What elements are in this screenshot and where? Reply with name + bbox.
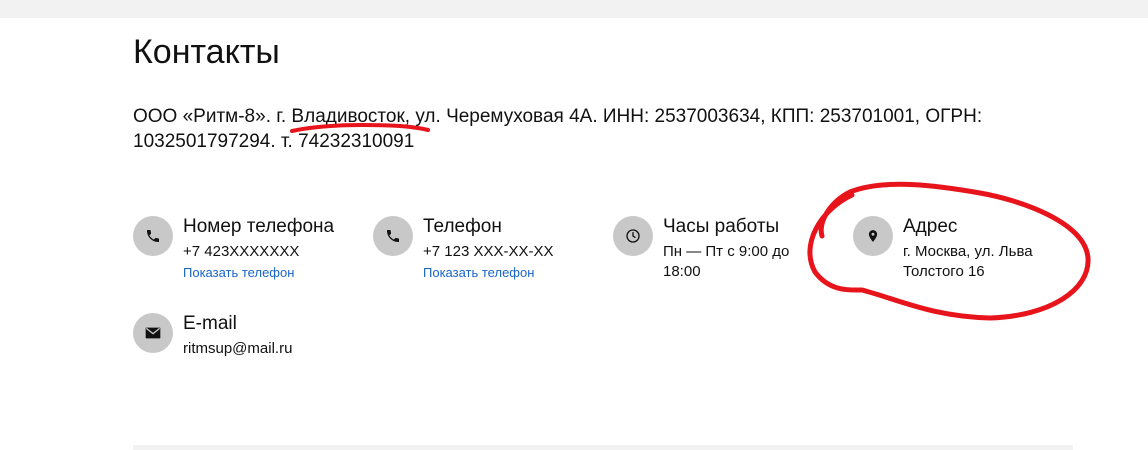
company-info: ООО «Ритм-8». г. Владивосток, ул. Черему…	[133, 104, 1093, 154]
contact-email: E-mail ritmsup@mail.ru	[133, 313, 363, 373]
contact-title: Адрес	[903, 216, 958, 237]
contact-title: Телефон	[423, 216, 502, 237]
contact-value: г. Москва, ул. Льва Толстого 16	[903, 243, 1033, 280]
contact-value: +7 123 XXX-XX-XX	[423, 243, 554, 260]
envelope-icon	[133, 313, 173, 353]
contact-hours: Часы работы Пн — Пт с 9:00 до 18:00	[613, 216, 813, 286]
contact-email-body: E-mail ritmsup@mail.ru	[183, 313, 292, 359]
contact-title: E-mail	[183, 313, 237, 334]
show-phone-link[interactable]: Показать телефон	[183, 264, 334, 282]
location-pin-icon	[853, 216, 893, 256]
contact-hours-body: Часы работы Пн — Пт с 9:00 до 18:00	[663, 216, 808, 282]
contact-address: Адрес г. Москва, ул. Льва Толстого 16	[853, 216, 1063, 286]
company-city: г. Владивосток	[276, 106, 405, 127]
contact-phone-number-body: Номер телефона +7 423XXXXXXX Показать те…	[183, 216, 334, 282]
contact-phone: Телефон +7 123 XXX-XX-XX Показать телефо…	[373, 216, 603, 286]
contact-phone-body: Телефон +7 123 XXX-XX-XX Показать телефо…	[423, 216, 554, 282]
company-prefix: ООО «Ритм-8».	[133, 106, 277, 127]
clock-icon	[613, 216, 653, 256]
email-value[interactable]: ritmsup@mail.ru	[183, 339, 292, 359]
contact-address-body: Адрес г. Москва, ул. Льва Толстого 16	[903, 216, 1053, 282]
contact-phone-number: Номер телефона +7 423XXXXXXX Показать те…	[133, 216, 363, 286]
phone-icon	[133, 216, 173, 256]
contact-title: Часы работы	[663, 216, 780, 237]
top-bar	[0, 0, 1148, 18]
contact-value: Пн — Пт с 9:00 до 18:00	[663, 243, 790, 280]
phone-icon	[373, 216, 413, 256]
bottom-divider	[133, 445, 1073, 450]
show-phone-link[interactable]: Показать телефон	[423, 264, 554, 282]
contact-title: Номер телефона	[183, 216, 335, 237]
page-title: Контакты	[133, 33, 280, 71]
contact-value: +7 423XXXXXXX	[183, 243, 300, 260]
